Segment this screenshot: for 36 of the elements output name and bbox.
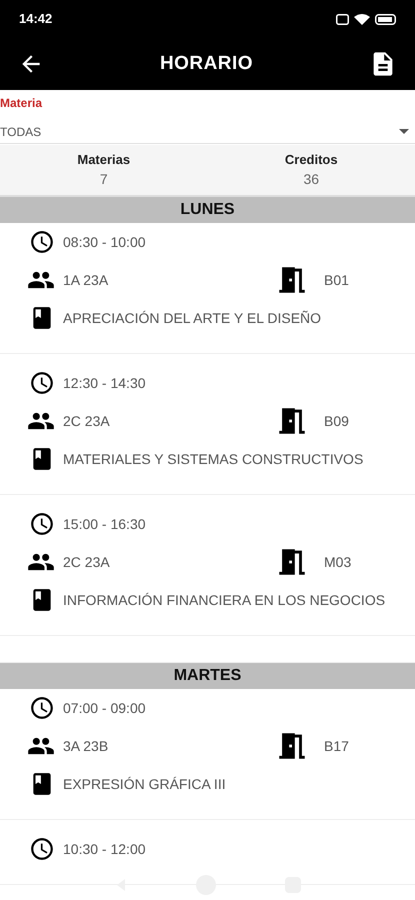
summary-value: 7 xyxy=(100,170,108,190)
class-time: 12:30 - 14:30 xyxy=(63,374,146,392)
class-subject: EXPRESIÓN GRÁFICA III xyxy=(63,774,226,794)
class-room: B17 xyxy=(324,736,349,756)
battery-icon xyxy=(375,14,396,24)
class-group: 3A 23B xyxy=(63,736,275,756)
summary-value: 36 xyxy=(303,170,320,190)
dropdown-caret-icon xyxy=(399,129,409,134)
day-header: MARTES xyxy=(0,663,415,689)
summary-label: Creditos xyxy=(284,150,338,169)
clock-icon xyxy=(29,836,55,862)
class-group: 1A 23A xyxy=(63,270,275,290)
class-time: 07:00 - 09:00 xyxy=(63,698,146,718)
class-room: M03 xyxy=(324,552,352,572)
wifi-icon xyxy=(354,13,370,25)
clock-icon xyxy=(29,229,55,255)
clock-icon xyxy=(29,370,55,396)
class-time: 08:30 - 10:00 xyxy=(63,232,146,252)
class-subject: APRECIACIÓN DEL ARTE Y EL DISEÑO xyxy=(63,308,322,328)
day-header: LUNES xyxy=(0,197,415,223)
class-time: 10:30 - 12:00 xyxy=(63,840,146,858)
class-room: B01 xyxy=(324,270,349,290)
class-subject: MATERIALES Y SISTEMAS CONSTRUCTIVOS xyxy=(63,450,364,468)
filter-label: Materia xyxy=(0,95,42,112)
class-group: 2C 23A xyxy=(63,552,275,572)
status-time: 14:42 xyxy=(19,10,52,28)
clock-icon xyxy=(29,511,55,537)
sim-icon xyxy=(336,14,349,24)
clock-icon xyxy=(29,695,55,721)
class-room: B09 xyxy=(324,412,349,430)
class-group: 2C 23A xyxy=(63,410,275,432)
class-time: 15:00 - 16:30 xyxy=(63,514,146,534)
class-subject: INFORMACIÓN FINANCIERA EN LOS NEGOCIOS xyxy=(63,590,386,610)
page-title: HORARIO xyxy=(160,52,254,76)
summary-label: Materias xyxy=(77,150,130,169)
subject-dropdown[interactable]: TODAS xyxy=(0,120,415,144)
